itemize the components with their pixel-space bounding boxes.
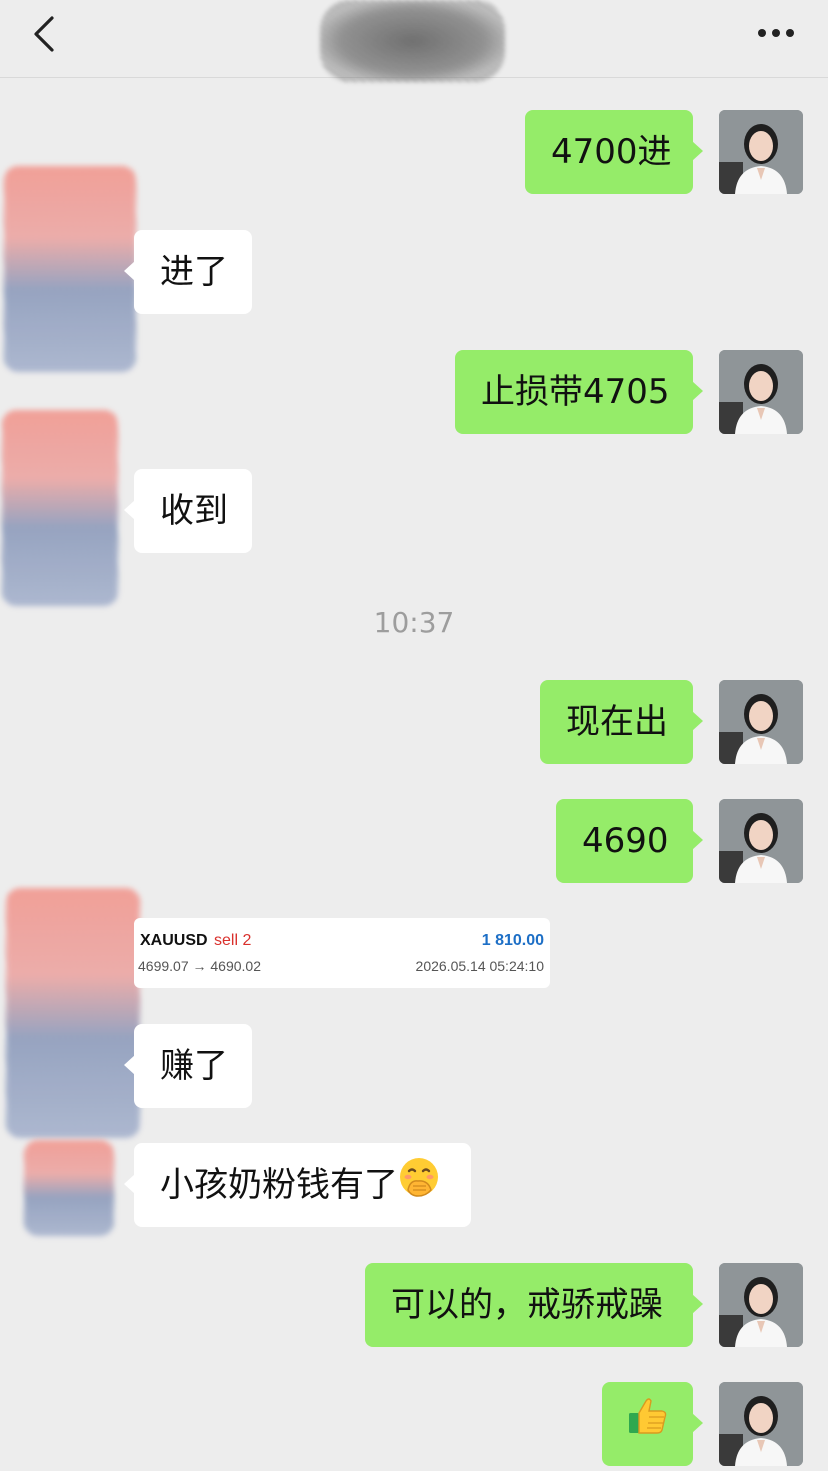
message-bubble-incoming[interactable]: 进了 (124, 230, 252, 314)
trade-side: sell 2 (214, 932, 252, 949)
top-bar (0, 0, 828, 82)
contact-avatar[interactable] (2, 410, 118, 606)
user-portrait-icon (719, 799, 803, 883)
trade-symbol-text: XAUUSD (140, 932, 208, 949)
back-button[interactable] (26, 12, 66, 56)
message-bubble-incoming[interactable]: 收到 (124, 469, 252, 553)
contact-avatar[interactable] (4, 166, 136, 372)
contact-avatar[interactable] (6, 888, 140, 1138)
user-portrait-icon (719, 1263, 803, 1347)
thumbs-up-icon (626, 1384, 670, 1468)
message-bubble-incoming[interactable]: 赚了 (124, 1024, 252, 1108)
chat-title-redacted (320, 0, 505, 82)
trade-screenshot-card[interactable]: XAUUSD sell 2 1 810.00 4699.07 → 4690.02… (134, 918, 550, 988)
message-bubble-outgoing[interactable]: 止损带4705 (455, 350, 703, 434)
message-text: 小孩奶粉钱有了 (160, 1165, 398, 1205)
trade-symbol: XAUUSD sell 2 (140, 932, 251, 950)
user-portrait-icon (719, 350, 803, 434)
message-bubble-incoming[interactable]: 小孩奶粉钱有了 (124, 1143, 471, 1229)
my-avatar[interactable] (719, 1263, 803, 1347)
user-portrait-icon (719, 110, 803, 194)
trade-prices: 4699.07 → 4690.02 (138, 958, 261, 974)
my-avatar[interactable] (719, 1382, 803, 1466)
trade-profit: 1 810.00 (481, 932, 544, 949)
trade-time: 2026.05.14 05:24:10 (415, 958, 544, 974)
my-avatar[interactable] (719, 680, 803, 764)
message-bubble-outgoing[interactable] (602, 1382, 703, 1468)
message-bubble-outgoing[interactable]: 4690 (556, 799, 703, 883)
more-button[interactable] (754, 16, 798, 50)
more-dots-icon (758, 29, 794, 37)
face-with-hand-over-mouth-icon (398, 1145, 440, 1229)
message-bubble-outgoing[interactable]: 现在出 (540, 680, 703, 764)
chevron-left-icon (34, 16, 54, 52)
my-avatar[interactable] (719, 799, 803, 883)
message-bubble-outgoing[interactable]: 4700进 (525, 110, 703, 194)
message-bubble-outgoing[interactable]: 可以的，戒骄戒躁 (365, 1263, 703, 1347)
user-portrait-icon (719, 680, 803, 764)
my-avatar[interactable] (719, 110, 803, 194)
timestamp: 10:37 (373, 606, 455, 639)
contact-avatar[interactable] (24, 1140, 114, 1236)
my-avatar[interactable] (719, 350, 803, 434)
user-portrait-icon (719, 1382, 803, 1466)
